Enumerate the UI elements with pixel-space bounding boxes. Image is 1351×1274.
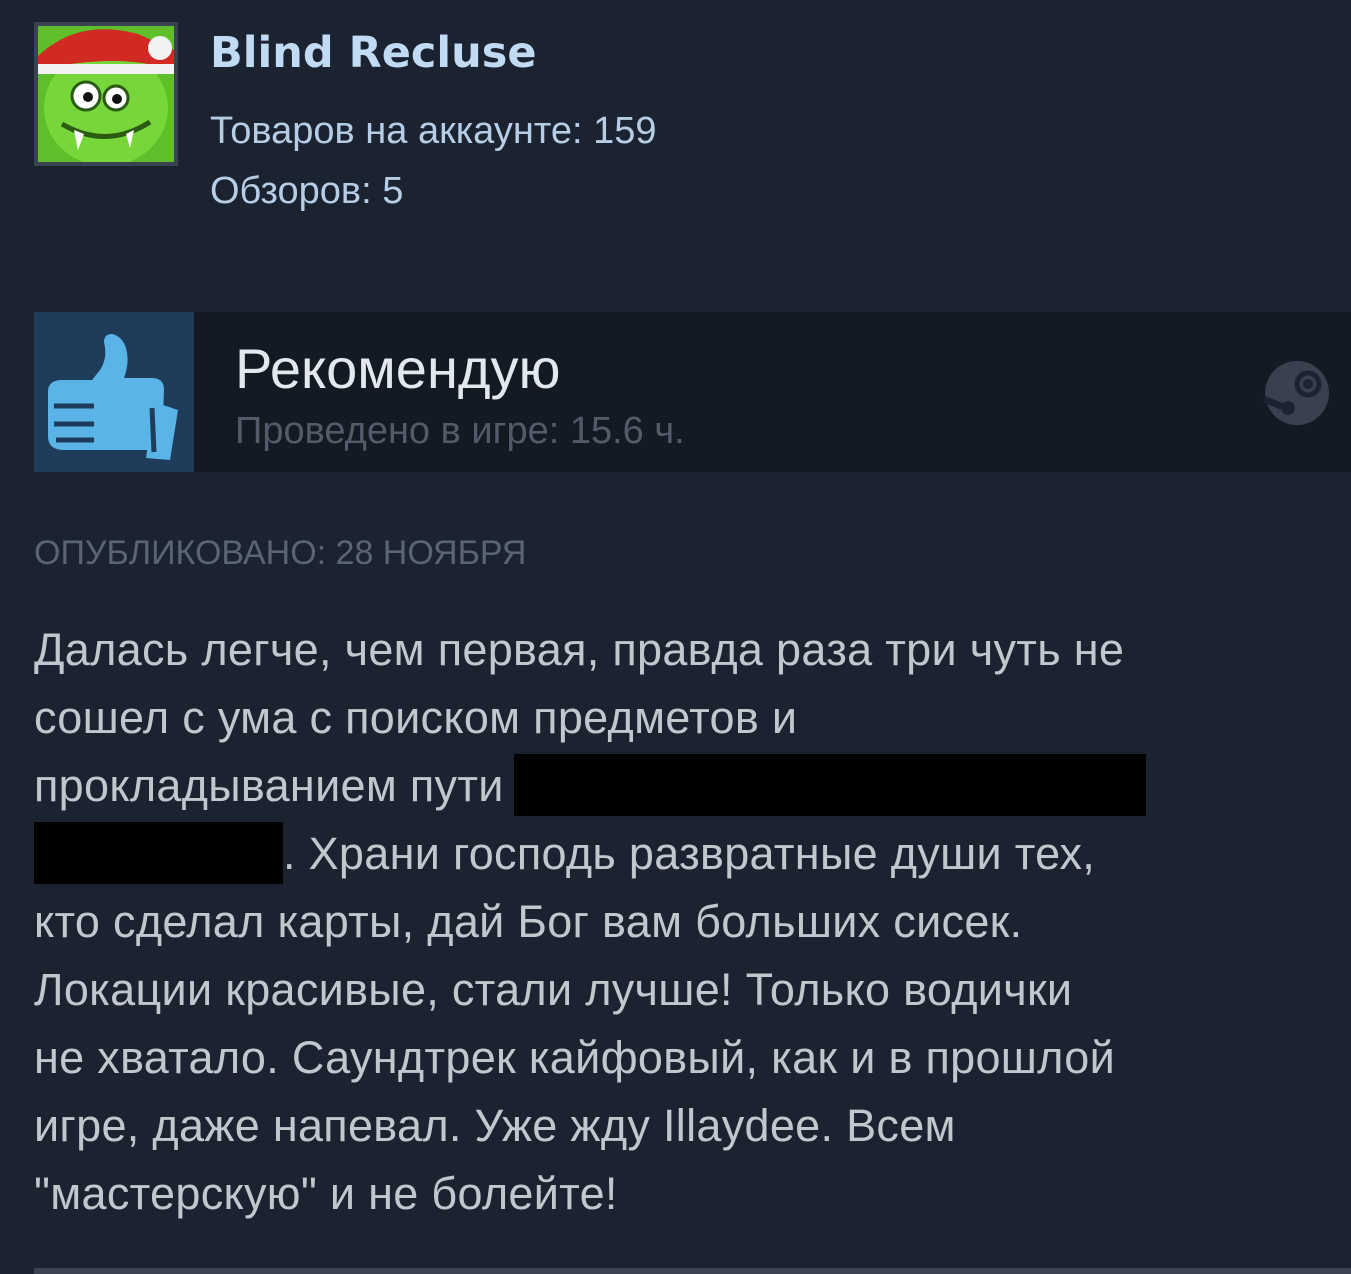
review-author: Blind Recluse Товаров на аккаунте: 159 О… — [34, 22, 1314, 212]
review-line: . Храни господь развратные души тех, — [34, 820, 1334, 888]
review-verdict-bar: Рекомендую Проведено в игре: 15.6 ч. — [34, 312, 1351, 472]
review-line-text: . Храни господь развратные души тех, — [283, 828, 1096, 879]
products-count: Товаров на аккаунте: 159 — [210, 110, 657, 152]
author-name[interactable]: Blind Recluse — [210, 28, 537, 78]
review-text: Далась легче, чем первая, правда раза тр… — [34, 616, 1334, 1228]
review-line: Локации красивые, стали лучше! Только во… — [34, 964, 1073, 1015]
review-line: "мастерскую" и не болейте! — [34, 1168, 618, 1219]
verdict-title: Рекомендую — [235, 337, 561, 400]
review-line: сошел с ума с поиском предметов и — [34, 692, 798, 743]
reviews-count: Обзоров: 5 — [210, 170, 404, 212]
steam-icon — [1262, 360, 1332, 426]
thumbs-up-icon — [34, 312, 194, 472]
spoiler-redaction[interactable] — [34, 822, 283, 885]
spoiler-redaction[interactable] — [513, 754, 1146, 817]
avatar[interactable] — [34, 22, 178, 166]
avatar-image — [38, 26, 174, 162]
review-line: не хватало. Саундтрек кайфовый, как и в … — [34, 1032, 1116, 1083]
playtime: Проведено в игре: 15.6 ч. — [235, 410, 685, 452]
review-line: кто сделал карты, дай Бог вам больших си… — [34, 896, 1023, 947]
review-line: Далась легче, чем первая, правда раза тр… — [34, 624, 1125, 675]
divider — [34, 1268, 1351, 1274]
review-line-text: прокладыванием пути — [34, 760, 504, 811]
review-line: игре, даже напевал. Уже жду Illaydee. Вс… — [34, 1100, 956, 1151]
review-line: прокладыванием пути — [34, 752, 1334, 820]
published-date: ОПУБЛИКОВАНО: 28 НОЯБРЯ — [34, 534, 527, 572]
